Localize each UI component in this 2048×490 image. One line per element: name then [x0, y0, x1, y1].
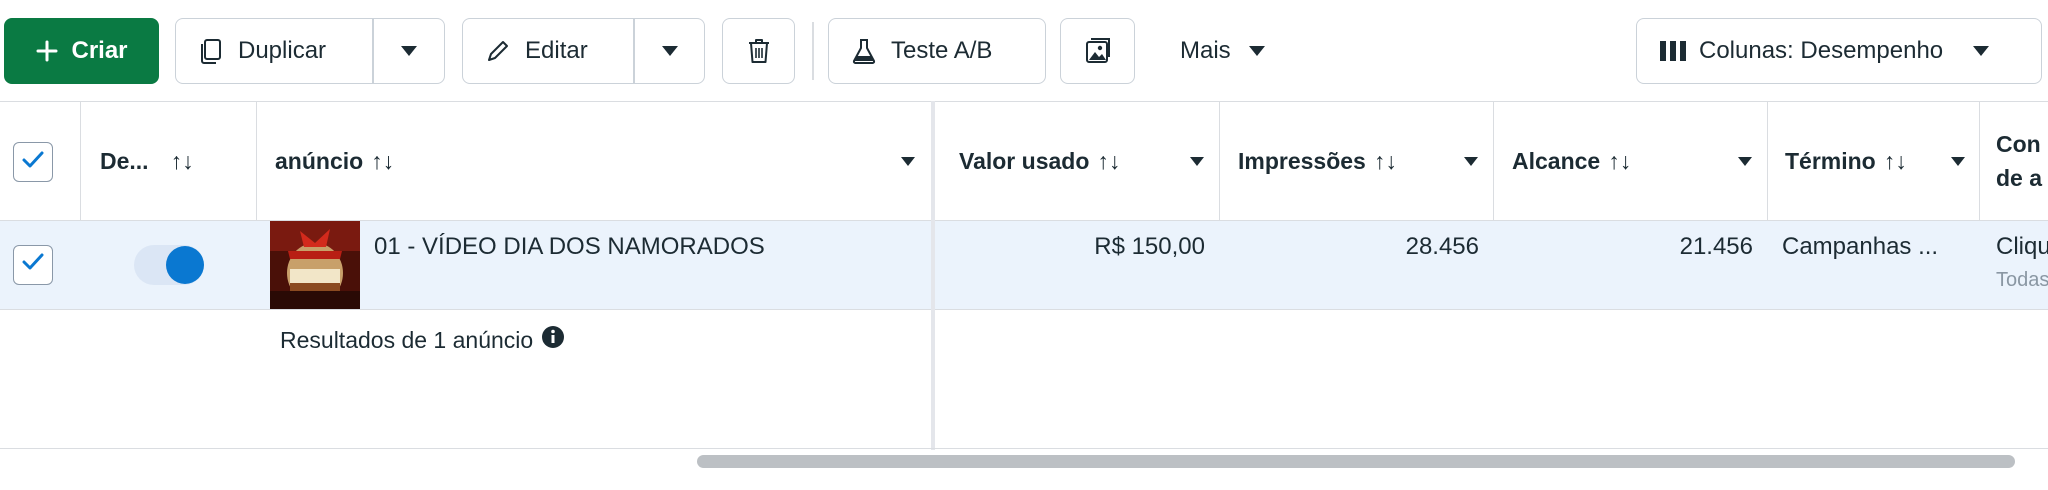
columns-button[interactable]: Colunas: Desempenho [1636, 18, 2042, 84]
table-row[interactable]: 01 - VÍDEO DIA DOS NAMORADOS R$ 150,00 2… [0, 221, 2048, 310]
sort-icon[interactable]: ↑↓ [371, 148, 394, 175]
image-gallery-icon [1083, 36, 1113, 66]
impressions-cell: 28.456 [1219, 221, 1479, 309]
chevron-down-icon [1973, 46, 1990, 56]
header-ends[interactable]: Término ↑↓ [1785, 102, 1965, 220]
header-delivery[interactable]: De... ↑↓ [100, 102, 250, 220]
toolbar-separator [812, 22, 814, 80]
impressions-value: 28.456 [1405, 233, 1479, 260]
create-label: Criar [71, 37, 128, 64]
sort-icon[interactable]: ↑↓ [1884, 148, 1907, 175]
edit-button[interactable]: Editar [463, 19, 633, 83]
column-divider [1219, 101, 1220, 221]
ab-test-label: Teste A/B [891, 37, 993, 64]
header-impressions-label: Impressões [1238, 147, 1366, 174]
duplicate-icon [196, 37, 224, 65]
sort-icon[interactable]: ↑↓ [1374, 148, 1397, 175]
chevron-down-icon[interactable] [901, 157, 915, 166]
columns-label: Colunas: Desempenho [1699, 37, 1944, 64]
header-select-all [0, 102, 80, 220]
column-divider [1493, 101, 1494, 221]
create-button[interactable]: Criar [4, 18, 159, 84]
chevron-down-icon [401, 46, 417, 56]
duplicate-label: Duplicar [238, 37, 327, 64]
pencil-icon [485, 38, 511, 64]
header-ad[interactable]: anúncio ↑↓ [275, 102, 915, 220]
flask-icon [851, 37, 877, 65]
column-divider [256, 101, 257, 221]
row-select-cell [0, 221, 80, 309]
duplicate-button-group: Duplicar [175, 18, 445, 84]
plus-icon [35, 39, 59, 63]
sort-icon[interactable]: ↑↓ [1608, 148, 1631, 175]
columns-icon [1659, 40, 1687, 62]
delete-button[interactable] [722, 18, 795, 84]
reach-cell: 21.456 [1493, 221, 1753, 309]
results-summary: Resultados de 1 anúncio [280, 325, 565, 355]
header-last-column-line1: Con [1996, 131, 2041, 157]
duplicate-button[interactable]: Duplicar [176, 19, 372, 83]
ends-cell: Campanhas ... [1782, 221, 1972, 309]
select-all-checkbox[interactable] [13, 142, 53, 182]
chevron-down-icon[interactable] [1190, 157, 1204, 166]
check-icon [21, 149, 45, 176]
ad-thumbnail-image [270, 221, 360, 309]
column-divider [1767, 101, 1768, 221]
chevron-down-icon[interactable] [1951, 157, 1965, 166]
edit-button-group: Editar [462, 18, 705, 84]
column-divider [80, 101, 81, 221]
table-header: De... ↑↓ anúncio ↑↓ Valor usado ↑↓ Impre… [0, 101, 2048, 221]
last-column-cell: Cliqu Todas [1996, 221, 2048, 309]
ends-value: Campanhas ... [1782, 233, 1939, 260]
edit-options-button[interactable] [634, 19, 705, 83]
more-button[interactable]: Mais [1165, 18, 1285, 84]
amount-spent-cell: R$ 150,00 [935, 221, 1205, 309]
header-delivery-label: De... [100, 147, 149, 174]
edit-label: Editar [525, 37, 588, 64]
chevron-down-icon [1248, 46, 1265, 56]
row-delivery-cell [80, 221, 256, 309]
amount-spent-value: R$ 150,00 [1094, 233, 1205, 260]
table-bottom-border [0, 448, 2048, 449]
sort-icon[interactable]: ↑↓ [1097, 148, 1120, 175]
header-ad-label: anúncio [275, 147, 364, 174]
column-divider [1979, 101, 1980, 221]
horizontal-scrollbar[interactable] [697, 455, 2015, 468]
header-amount-spent-label: Valor usado [959, 147, 1090, 174]
header-last-column[interactable]: Con de a [1996, 102, 2048, 220]
header-ends-label: Término [1785, 147, 1876, 174]
chevron-down-icon[interactable] [1738, 157, 1752, 166]
ad-thumbnail[interactable] [270, 221, 360, 309]
last-column-value: Cliqu [1996, 233, 2048, 260]
toggle-knob [166, 246, 204, 284]
header-amount-spent[interactable]: Valor usado ↑↓ [959, 102, 1204, 220]
duplicate-options-button[interactable] [373, 19, 445, 83]
results-summary-text: Resultados de 1 anúncio [280, 326, 534, 353]
info-icon[interactable] [541, 325, 565, 355]
sort-icon[interactable]: ↑↓ [171, 148, 194, 175]
last-column-subvalue: Todas [1996, 269, 2048, 291]
header-impressions[interactable]: Impressões ↑↓ [1238, 102, 1478, 220]
frozen-column-divider[interactable] [931, 101, 935, 450]
header-reach-label: Alcance [1512, 147, 1601, 174]
reach-value: 21.456 [1679, 233, 1753, 260]
chevron-down-icon [661, 46, 678, 56]
header-reach[interactable]: Alcance ↑↓ [1512, 102, 1752, 220]
ads-table: De... ↑↓ anúncio ↑↓ Valor usado ↑↓ Impre… [0, 101, 2048, 450]
ad-name-cell[interactable]: 01 - VÍDEO DIA DOS NAMORADOS [374, 221, 914, 309]
ad-name[interactable]: 01 - VÍDEO DIA DOS NAMORADOS [374, 233, 765, 260]
trash-icon [745, 36, 773, 66]
more-label: Mais [1180, 37, 1231, 64]
toolbar: Criar Duplicar Editar Teste A/B Mais Col… [0, 0, 2048, 101]
check-icon [21, 251, 45, 279]
image-gallery-button[interactable] [1060, 18, 1135, 84]
chevron-down-icon[interactable] [1464, 157, 1478, 166]
row-checkbox[interactable] [13, 245, 53, 285]
header-last-column-line2: de a [1996, 165, 2043, 191]
ad-status-toggle[interactable] [134, 245, 204, 285]
ab-test-button[interactable]: Teste A/B [828, 18, 1046, 84]
